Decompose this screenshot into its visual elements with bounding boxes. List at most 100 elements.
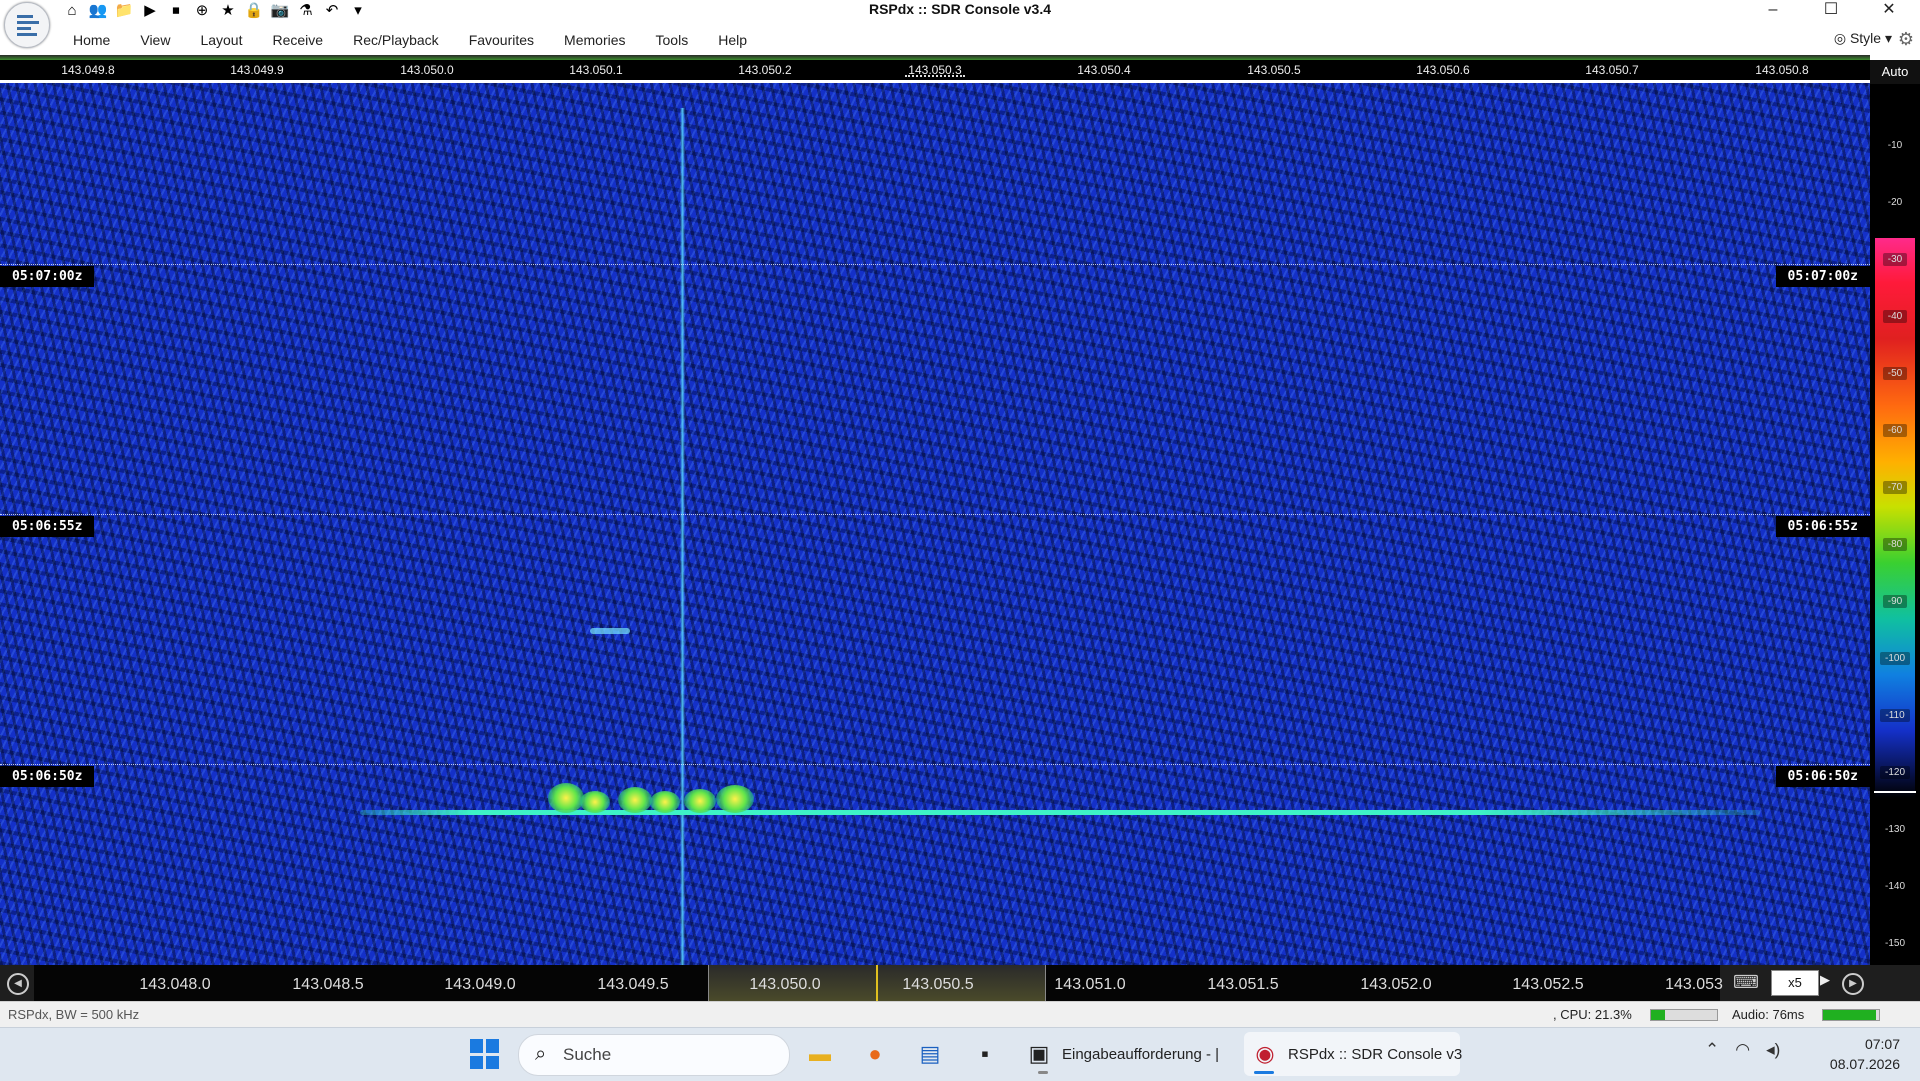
top-ruler-label: 143.050.7 <box>1585 63 1639 77</box>
chevron-right-icon[interactable]: ▶ <box>1820 972 1830 988</box>
audio-meter-fill <box>1823 1010 1877 1020</box>
top-ruler-label: 143.050.6 <box>1416 63 1470 77</box>
menu-rec-playback[interactable]: Rec/Playback <box>338 24 454 56</box>
frequency-label: 143.052.5 <box>1512 976 1584 993</box>
cpu-status: , CPU: 21.3% <box>1553 1007 1632 1022</box>
scroll-right-icon[interactable]: ▶ <box>1842 973 1864 995</box>
menu-receive[interactable]: Receive <box>258 24 339 56</box>
top-ruler-label: 143.050.5 <box>1247 63 1301 77</box>
auto-scale-button[interactable]: Auto <box>1870 60 1920 84</box>
close-button[interactable]: ✕ <box>1866 0 1912 22</box>
taskbar-search[interactable]: ⌕ Suche <box>518 1034 790 1076</box>
taskbar-app-command-prompt[interactable]: ▣ Eingabeaufforderung - | <box>1018 1032 1230 1076</box>
system-tray: ⌃ ◠ ◂) <box>1705 1040 1780 1060</box>
db-tick: -110 <box>1870 709 1920 722</box>
top-ruler-label: 143.049.9 <box>230 63 284 77</box>
frequency-label: 143.050.5 <box>902 976 974 993</box>
db-tick: -120 <box>1870 766 1920 779</box>
taskbar: ⌕ Suche ▬ ● ▤ ▪ ▣ Eingabeaufforderung - … <box>0 1027 1920 1081</box>
frequency-label: 143.050.0 <box>749 976 821 993</box>
signal-blob <box>580 791 610 813</box>
frequency-label: 143.048.5 <box>292 976 364 993</box>
db-tick: -30 <box>1870 253 1920 266</box>
carrier-trace <box>680 108 685 965</box>
window-title: RSPdx :: SDR Console v3.4 <box>868 1 1052 17</box>
style-label: Style <box>1849 30 1882 46</box>
top-frequency-ruler[interactable]: 143.049.8 143.049.9 143.050.0 143.050.1 … <box>0 60 1870 80</box>
cpu-meter <box>1650 1009 1718 1021</box>
style-icon: ◎ <box>1833 30 1850 46</box>
maximize-button[interactable]: ☐ <box>1808 0 1854 22</box>
frequency-scale[interactable]: 143.048.0 143.048.5 143.049.0 143.049.5 … <box>34 965 1723 1001</box>
db-tick: -140 <box>1870 880 1920 893</box>
db-tick: -150 <box>1870 937 1920 950</box>
frequency-label: 143.051.5 <box>1207 976 1279 993</box>
time-marker-right: 05:06:50z <box>1775 766 1870 787</box>
terminal-icon[interactable]: ▪ <box>970 1040 1000 1068</box>
menu-home[interactable]: Home <box>58 24 125 56</box>
bandwidth-status: RSPdx, BW = 500 kHz <box>8 1007 140 1022</box>
db-tick: -70 <box>1870 481 1920 494</box>
signal-blob <box>618 787 652 813</box>
waterfall-display[interactable]: 05:07:00z 05:07:00z 05:06:55z 05:06:55z … <box>0 83 1870 965</box>
tuning-marker[interactable] <box>905 75 965 79</box>
signal-blob <box>650 791 680 813</box>
db-tick: -60 <box>1870 424 1920 437</box>
style-dropdown[interactable]: ◎ Style ▾ <box>1834 30 1892 47</box>
zoom-select[interactable]: x5 <box>1771 970 1819 996</box>
time-marker-right: 05:06:55z <box>1775 516 1870 537</box>
tuned-frequency-marker[interactable] <box>876 965 878 1001</box>
bottom-frequency-ruler: ◀ 143.048.0 143.048.5 143.049.0 143.049.… <box>0 965 1920 1001</box>
sdr-console-icon: ◉ <box>1255 1041 1275 1066</box>
menu-memories[interactable]: Memories <box>549 24 640 56</box>
keyboard-icon[interactable]: ⌨ <box>1733 972 1759 993</box>
firefox-icon[interactable]: ● <box>860 1040 890 1068</box>
scroll-left-icon[interactable]: ◀ <box>7 973 29 995</box>
frequency-label: 143.049.0 <box>444 976 516 993</box>
taskbar-app-label: RSPdx :: SDR Console v3 <box>1288 1046 1463 1063</box>
clock-date: 08.07.2026 <box>1829 1056 1900 1072</box>
app-menu-button[interactable] <box>4 2 50 48</box>
chevron-up-icon[interactable]: ⌃ <box>1705 1040 1719 1060</box>
time-gridline <box>0 514 1870 515</box>
menu-favourites[interactable]: Favourites <box>454 24 549 56</box>
frequency-label: 143.048.0 <box>139 976 211 993</box>
taskbar-app-label: Eingabeaufforderung - | <box>1062 1046 1220 1063</box>
windows-start-icon[interactable] <box>470 1039 500 1069</box>
time-marker-left: 05:07:00z <box>0 266 95 287</box>
db-tick: -80 <box>1870 538 1920 551</box>
clock-time: 07:07 <box>1864 1036 1900 1052</box>
title-bar: ⌂ 👥 📁 ▶ ⏹ ⊕ ★ 🔒 📷 ⚗ ↶ ▾ RSPdx :: SDR Con… <box>0 0 1920 48</box>
db-tick: -40 <box>1870 310 1920 323</box>
minimize-button[interactable]: – <box>1750 0 1796 22</box>
top-ruler-label: 143.049.8 <box>61 63 115 77</box>
db-tick: -90 <box>1870 595 1920 608</box>
time-gridline <box>0 764 1870 765</box>
wifi-icon[interactable]: ◠ <box>1735 1040 1750 1060</box>
app-running-indicator <box>1038 1071 1048 1074</box>
menu-layout[interactable]: Layout <box>185 24 257 56</box>
top-ruler-label: 143.050.0 <box>400 63 454 77</box>
taskbar-app-sdr-console[interactable]: ◉ RSPdx :: SDR Console v3 <box>1244 1032 1463 1076</box>
settings-gear-icon[interactable]: ⚙ <box>1898 29 1914 50</box>
taskbar-clock[interactable]: 07:07 08.07.2026 <box>1800 1034 1900 1074</box>
top-ruler-label: 143.050.1 <box>569 63 623 77</box>
menu-tools[interactable]: Tools <box>641 24 704 56</box>
chevron-down-icon: ▾ <box>1881 30 1892 46</box>
notepad-icon[interactable]: ▤ <box>915 1040 945 1068</box>
signal-burst <box>590 628 630 634</box>
top-ruler-label: 143.050.2 <box>738 63 792 77</box>
volume-icon[interactable]: ◂) <box>1766 1040 1780 1060</box>
file-explorer-icon[interactable]: ▬ <box>805 1040 835 1068</box>
audio-meter <box>1822 1009 1880 1021</box>
time-marker-left: 05:06:55z <box>0 516 95 537</box>
menu-help[interactable]: Help <box>703 24 762 56</box>
cpu-meter-fill <box>1651 1010 1666 1020</box>
noise-floor-marker[interactable] <box>1874 791 1916 793</box>
frequency-label: 143.051.0 <box>1054 976 1126 993</box>
menu-view[interactable]: View <box>125 24 185 56</box>
db-tick: -130 <box>1870 823 1920 836</box>
frequency-label: 143.049.5 <box>597 976 669 993</box>
time-marker-left: 05:06:50z <box>0 766 95 787</box>
db-tick: -20 <box>1870 196 1920 209</box>
